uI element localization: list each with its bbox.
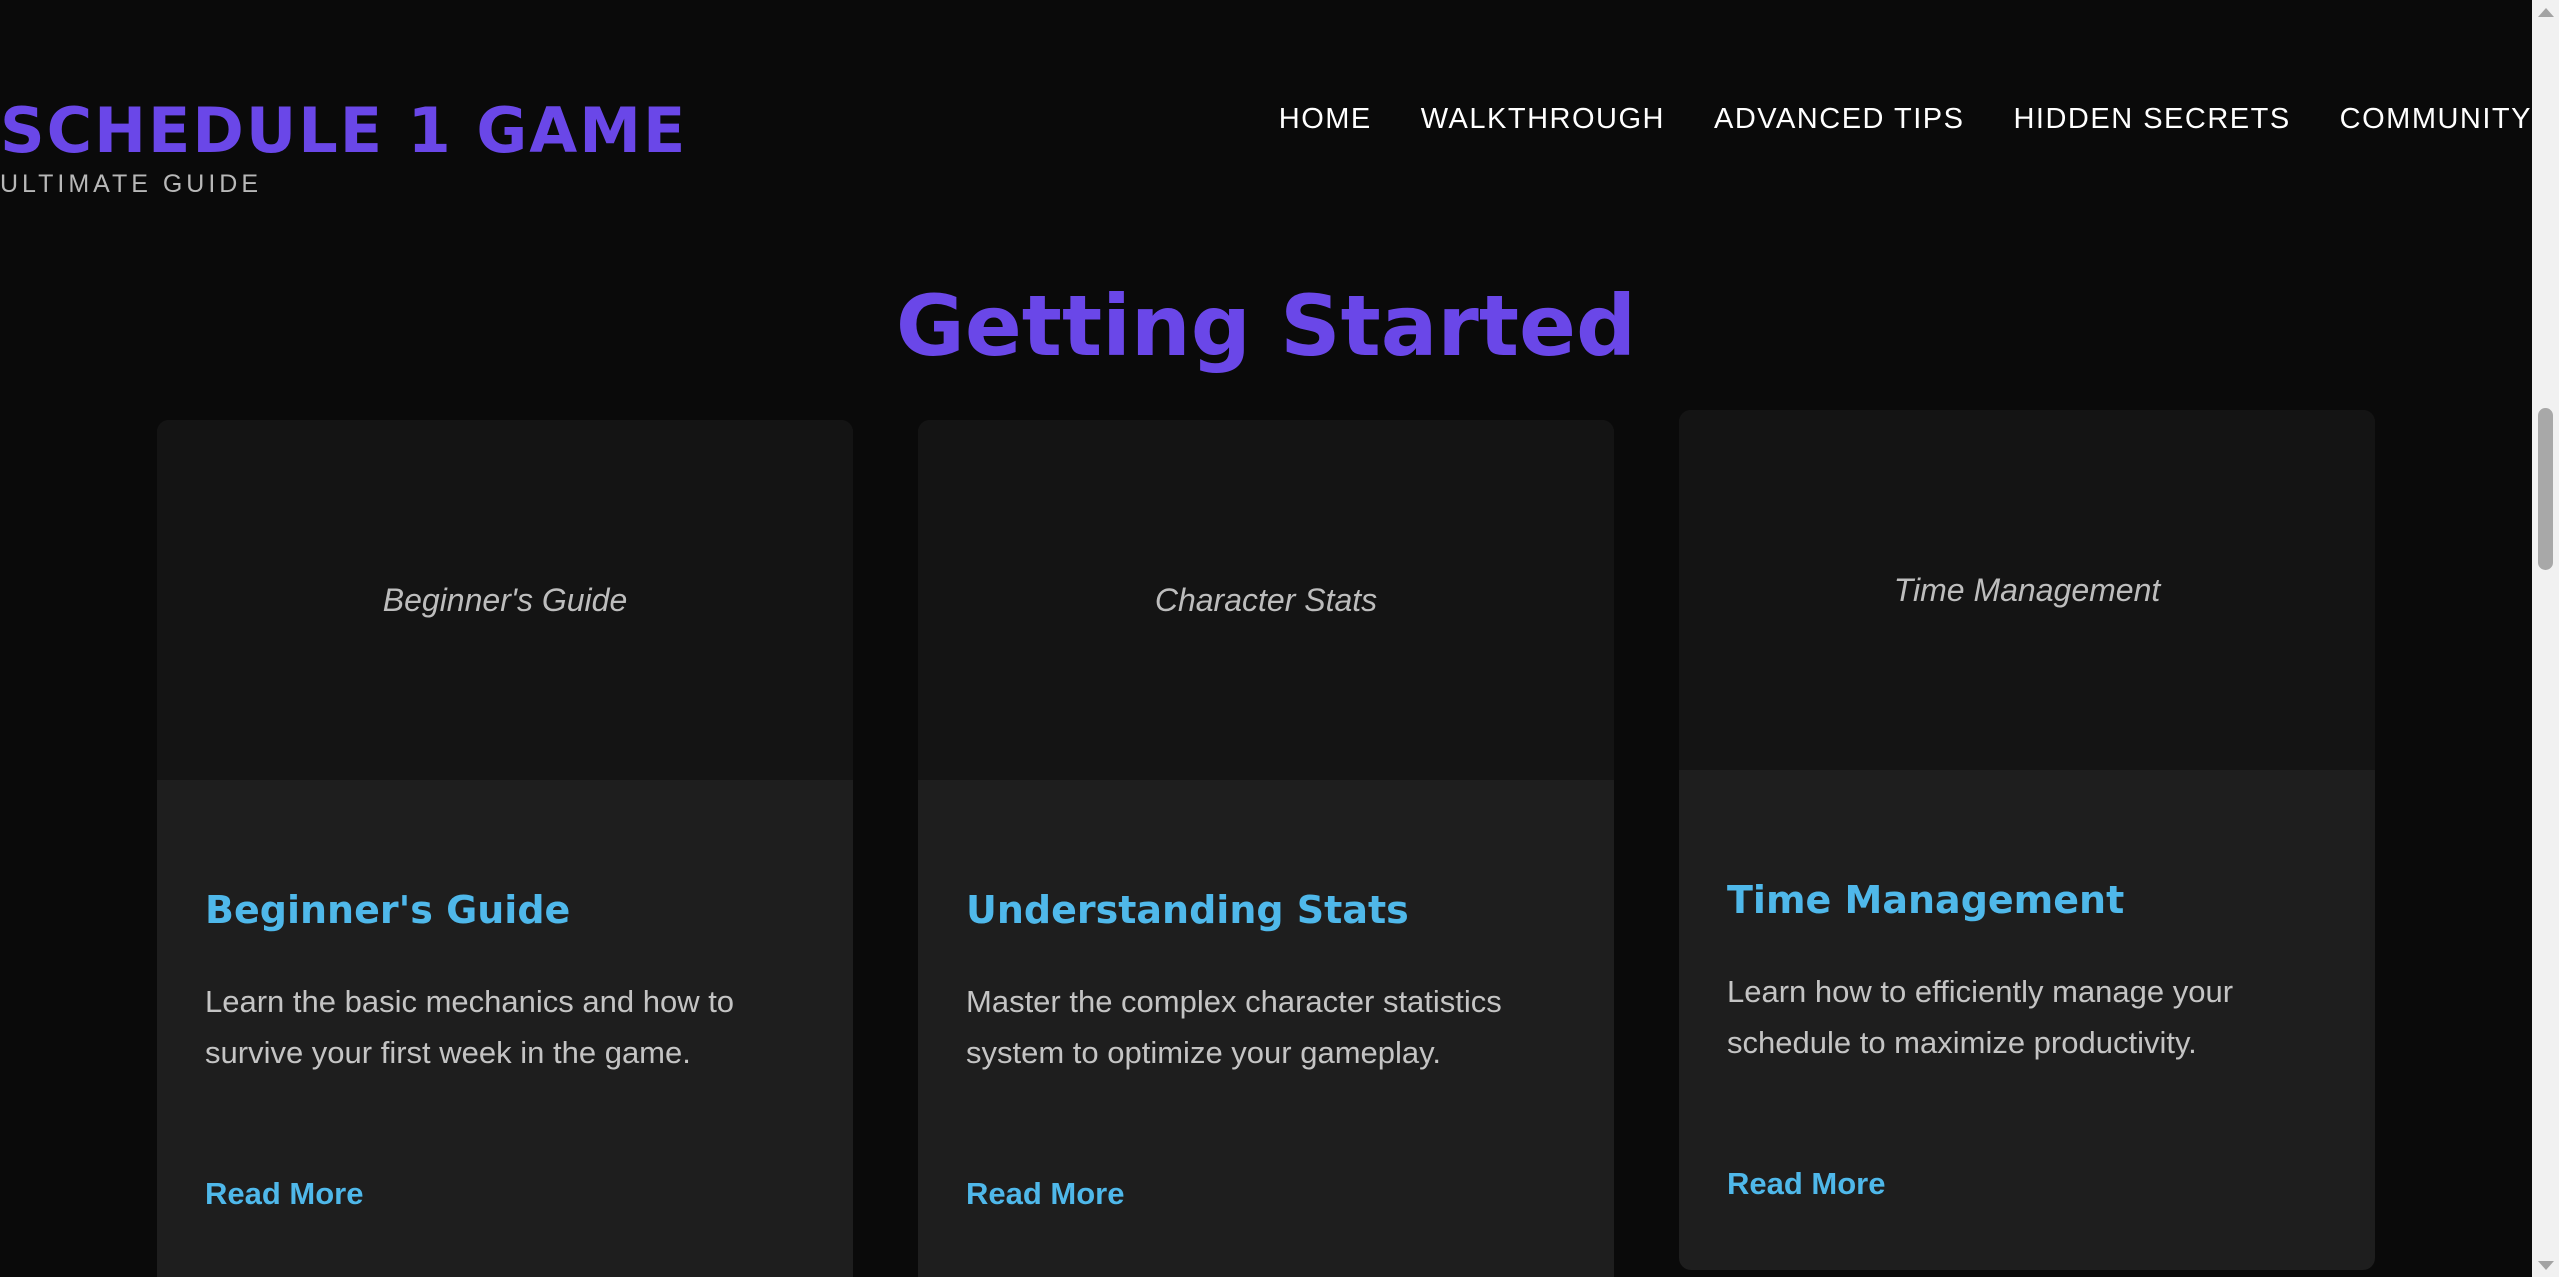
scroll-up-arrow-icon[interactable] (2532, 0, 2559, 24)
scrollbar-thumb[interactable] (2538, 408, 2553, 570)
nav-hidden-secrets[interactable]: HIDDEN SECRETS (2013, 100, 2290, 138)
card-image: Character Stats (918, 420, 1614, 780)
card-image: Time Management (1679, 410, 2375, 770)
scroll-down-arrow-icon[interactable] (2532, 1253, 2559, 1277)
card-description: Master the complex character statistics … (966, 984, 1502, 1070)
card-description: Learn the basic mechanics and how to sur… (205, 984, 735, 1070)
read-more-link[interactable]: Read More (966, 1174, 1124, 1214)
card-description: Learn how to efficiently manage your sch… (1727, 974, 2234, 1060)
card-beginners-guide: Beginner's Guide Beginner's Guide Learn … (157, 420, 853, 1277)
card-title: Understanding Stats (966, 888, 1409, 932)
card-image: Beginner's Guide (157, 420, 853, 780)
nav-home[interactable]: HOME (1279, 100, 1372, 138)
card-image-label: Time Management (1893, 571, 2161, 608)
card-understanding-stats: Character Stats Understanding Stats Mast… (918, 420, 1614, 1277)
nav-walkthrough[interactable]: WALKTHROUGH (1421, 100, 1665, 138)
vertical-scrollbar[interactable] (2532, 0, 2559, 1277)
viewport: SCHEDULE 1 GAME ULTIMATE GUIDE HOME WALK… (0, 0, 2532, 1277)
card-image-label: Character Stats (1154, 581, 1378, 618)
main-nav: HOME WALKTHROUGH ADVANCED TIPS HIDDEN SE… (1279, 100, 2532, 138)
site-header: SCHEDULE 1 GAME ULTIMATE GUIDE HOME WALK… (0, 0, 2532, 230)
card-title: Beginner's Guide (205, 888, 571, 932)
card-body: Beginner's Guide Learn the basic mechani… (157, 780, 853, 1214)
card-body: Understanding Stats Master the complex c… (918, 780, 1614, 1214)
logo-subtitle: ULTIMATE GUIDE (0, 170, 263, 198)
nav-advanced-tips[interactable]: ADVANCED TIPS (1714, 100, 1964, 138)
read-more-link[interactable]: Read More (1727, 1164, 1885, 1204)
page: SCHEDULE 1 GAME ULTIMATE GUIDE HOME WALK… (0, 0, 2559, 1277)
card-image-label: Beginner's Guide (382, 581, 628, 618)
logo-title[interactable]: SCHEDULE 1 GAME (0, 92, 687, 170)
card-time-management: Time Management Time Management Learn ho… (1679, 410, 2375, 1270)
card-body: Time Management Learn how to efficiently… (1679, 770, 2375, 1204)
card-title: Time Management (1727, 878, 2125, 922)
read-more-link[interactable]: Read More (205, 1174, 363, 1214)
section-title: Getting Started (895, 277, 1637, 375)
nav-community[interactable]: COMMUNITY (2340, 100, 2532, 138)
